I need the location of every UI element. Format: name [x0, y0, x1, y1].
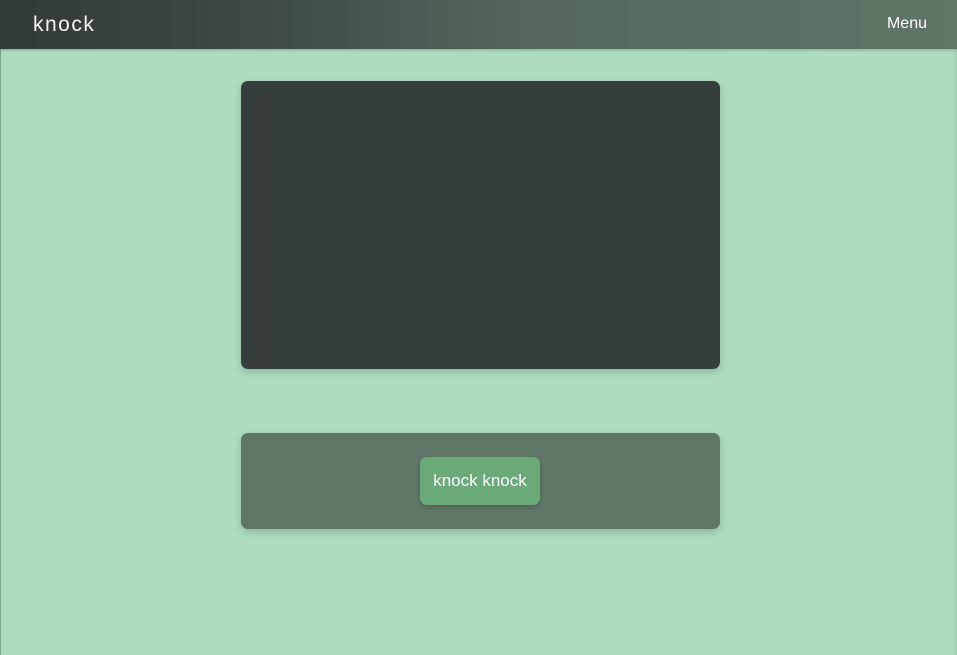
display-panel	[241, 81, 720, 369]
right-edge-shadow	[953, 49, 957, 655]
control-panel: knock knock	[241, 433, 720, 529]
top-navbar: knock Menu	[0, 0, 957, 49]
knock-knock-button[interactable]: knock knock	[420, 457, 540, 505]
page: knock Menu knock knock	[0, 0, 957, 655]
brand-title: knock	[33, 13, 96, 36]
left-edge-divider	[0, 49, 1, 655]
menu-button[interactable]: Menu	[887, 14, 927, 34]
